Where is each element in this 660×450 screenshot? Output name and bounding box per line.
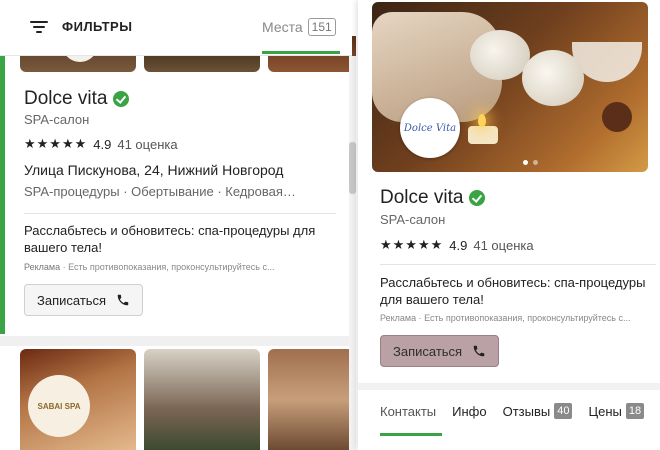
book-button[interactable]: Записаться — [24, 284, 144, 316]
phone-icon — [117, 294, 129, 306]
ad-text[interactable]: Расслабьтесь и обновитесь: спа-процедуры… — [380, 274, 660, 308]
place-title: Dolce vita — [380, 187, 486, 209]
divider — [380, 264, 656, 265]
photo-herbal-pouch — [470, 30, 530, 80]
next-card-photos: SABAI SPA — [20, 349, 356, 450]
card-services: SPA-процедуры · Обертывание · Кедровая… — [24, 184, 296, 199]
place-name: Dolce vita — [380, 187, 464, 208]
section-separator — [358, 383, 660, 390]
place-logo: Dolce Vita — [400, 98, 460, 158]
card-photo[interactable] — [268, 349, 356, 450]
place-tabs: Контакты Инфо Отзывы 40 Цены 18 — [380, 403, 645, 419]
rating-count: 41 оценка — [117, 136, 178, 152]
candle-flame — [478, 114, 486, 127]
card-photo[interactable] — [144, 349, 260, 450]
photo-herbal-pouch — [522, 50, 584, 106]
ad-text[interactable]: Расслабьтесь и обновитесь: спа-процедуры… — [24, 222, 344, 256]
filters-label: ФИЛЬТРЫ — [62, 19, 133, 34]
tab-badge: 40 — [554, 403, 573, 419]
phone-icon — [473, 345, 485, 357]
divider — [24, 213, 336, 214]
card-address: Улица Пискунова, 24, Нижний Новгород — [24, 162, 284, 178]
tab-prices[interactable]: Цены 18 — [588, 403, 645, 419]
gallery-dot[interactable] — [533, 160, 538, 165]
selected-card-accent — [0, 56, 5, 334]
card-name[interactable]: Dolce vita — [24, 88, 107, 110]
place-photo-gallery[interactable]: Dolce Vita — [372, 2, 648, 172]
filter-icon — [30, 20, 48, 34]
book-button[interactable]: Записаться — [380, 335, 500, 367]
book-button-label: Записаться — [37, 292, 107, 308]
results-list-panel: Dolce vita SPA-салон ★★★★★ 4.9 41 оценка… — [0, 0, 356, 450]
ad-disclaimer: Реклама · Есть противопоказания, проконс… — [24, 262, 275, 272]
tab-badge: 18 — [625, 403, 645, 419]
disclaimer-text: Есть противопоказания, проконсультируйте… — [68, 262, 275, 272]
card-category: SPA-салон — [24, 112, 90, 127]
photo-candle — [468, 126, 498, 144]
active-tab-underline — [262, 51, 340, 54]
ad-label: Реклама — [24, 262, 61, 272]
ad-label: Реклама — [380, 313, 417, 323]
scrollbar-track[interactable] — [349, 56, 356, 450]
tab-label: Контакты — [380, 403, 437, 419]
ad-disclaimer: Реклама · Есть противопоказания, проконс… — [380, 313, 631, 323]
verified-check-icon — [113, 91, 130, 107]
app-root: Dolce vita SPA-салон ★★★★★ 4.9 41 оценка… — [0, 0, 660, 450]
rating-count: 41 оценка — [473, 237, 534, 253]
gallery-pagination — [523, 160, 538, 165]
rating-stars-icon: ★★★★★ — [24, 136, 88, 151]
tab-label: Цены — [588, 403, 622, 419]
card-title: Dolce vita — [24, 88, 130, 110]
disclaimer-text: Есть противопоказания, проконсультируйте… — [424, 313, 631, 323]
book-button-label: Записаться — [393, 343, 463, 359]
tab-reviews[interactable]: Отзывы 40 — [503, 403, 573, 419]
card-separator — [0, 336, 352, 346]
tab-label: Инфо — [452, 403, 487, 419]
place-details-panel: Dolce Vita Dolce vita SPA-салон ★★★★★ 4.… — [358, 0, 660, 450]
filters-button[interactable]: ФИЛЬТРЫ — [30, 19, 132, 34]
active-tab-underline — [380, 433, 442, 436]
verified-check-icon — [469, 190, 486, 206]
sabai-spa-logo: SABAI SPA — [28, 375, 90, 437]
tab-places[interactable]: Места 151 — [262, 18, 336, 36]
tab-places-label: Места — [262, 19, 303, 35]
tab-contacts[interactable]: Контакты — [380, 403, 436, 419]
rating-stars-icon: ★★★★★ — [380, 237, 444, 252]
card-rating: ★★★★★ 4.9 41 оценка — [24, 136, 178, 152]
rating-score: 4.9 — [449, 237, 468, 253]
gallery-dot-active[interactable] — [523, 160, 528, 165]
rating-score: 4.9 — [93, 136, 112, 152]
tab-label: Отзывы — [502, 403, 551, 419]
place-category: SPA-салон — [380, 212, 446, 227]
place-rating[interactable]: ★★★★★ 4.9 41 оценка — [380, 237, 534, 253]
tab-info[interactable]: Инфо — [452, 403, 486, 419]
photo-dried-flower — [602, 102, 632, 132]
list-header: ФИЛЬТРЫ Места 151 — [0, 0, 352, 56]
scrollbar-thumb[interactable] — [349, 142, 356, 194]
places-count-badge: 151 — [307, 18, 336, 36]
card-photo[interactable]: SABAI SPA — [20, 349, 136, 450]
